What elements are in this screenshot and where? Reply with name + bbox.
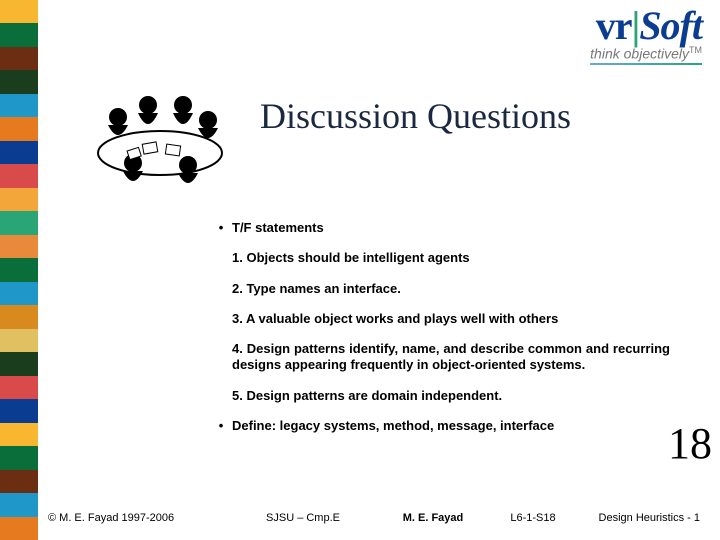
logo-underline: [590, 63, 702, 65]
stripe-segment: [0, 470, 38, 493]
slide-title: Discussion Questions: [260, 95, 571, 137]
stripe-segment: [0, 235, 38, 258]
stripe-segment: [0, 399, 38, 422]
statement-2: 2. Type names an interface.: [232, 281, 670, 297]
footer-center: SJSU – Cmp.E: [228, 512, 378, 524]
footer-author: M. E. Fayad: [378, 512, 488, 524]
stripe-segment: [0, 117, 38, 140]
stripe-segment: [0, 141, 38, 164]
footer-copyright: © M. E. Fayad 1997-2006: [48, 512, 228, 524]
slide-content: • T/F statements 1. Objects should be in…: [210, 220, 670, 448]
stripe-segment: [0, 423, 38, 446]
stripe-segment: [0, 329, 38, 352]
logo-part1: vr: [596, 3, 632, 48]
left-color-stripe: [0, 0, 38, 540]
footer-code: L6-1-S18: [488, 512, 578, 524]
stripe-segment: [0, 493, 38, 516]
statement-5: 5. Design patterns are domain independen…: [232, 388, 670, 404]
stripe-segment: [0, 164, 38, 187]
stripe-segment: [0, 23, 38, 46]
statement-4: 4. Design patterns identify, name, and d…: [232, 341, 670, 374]
statement-3: 3. A valuable object works and plays wel…: [232, 311, 670, 327]
stripe-segment: [0, 282, 38, 305]
logo-part2: Soft: [639, 3, 702, 48]
stripe-segment: [0, 0, 38, 23]
statement-1: 1. Objects should be intelligent agents: [232, 250, 670, 266]
bullet-2-label: Define: legacy systems, method, message,…: [232, 418, 670, 434]
brand-logo: vr|Soft think objectivelyTM: [590, 6, 702, 65]
logo-text: vr|Soft: [590, 6, 702, 46]
footer-right: Design Heuristics - 1: [578, 512, 700, 524]
stripe-segment: [0, 211, 38, 234]
stripe-segment: [0, 258, 38, 281]
slide-number-large: 18: [668, 418, 712, 469]
bullet-dot: •: [210, 220, 232, 236]
logo-tagline: think objectivelyTM: [590, 46, 702, 61]
footer: © M. E. Fayad 1997-2006 SJSU – Cmp.E M. …: [48, 512, 700, 524]
stripe-segment: [0, 188, 38, 211]
stripe-segment: [0, 94, 38, 117]
meeting-clipart: [88, 75, 233, 195]
stripe-segment: [0, 376, 38, 399]
stripe-segment: [0, 517, 38, 540]
stripe-segment: [0, 305, 38, 328]
stripe-segment: [0, 70, 38, 93]
stripe-segment: [0, 446, 38, 469]
bullet-1-label: T/F statements: [232, 220, 670, 236]
stripe-segment: [0, 47, 38, 70]
stripe-segment: [0, 352, 38, 375]
bullet-dot: •: [210, 418, 232, 434]
